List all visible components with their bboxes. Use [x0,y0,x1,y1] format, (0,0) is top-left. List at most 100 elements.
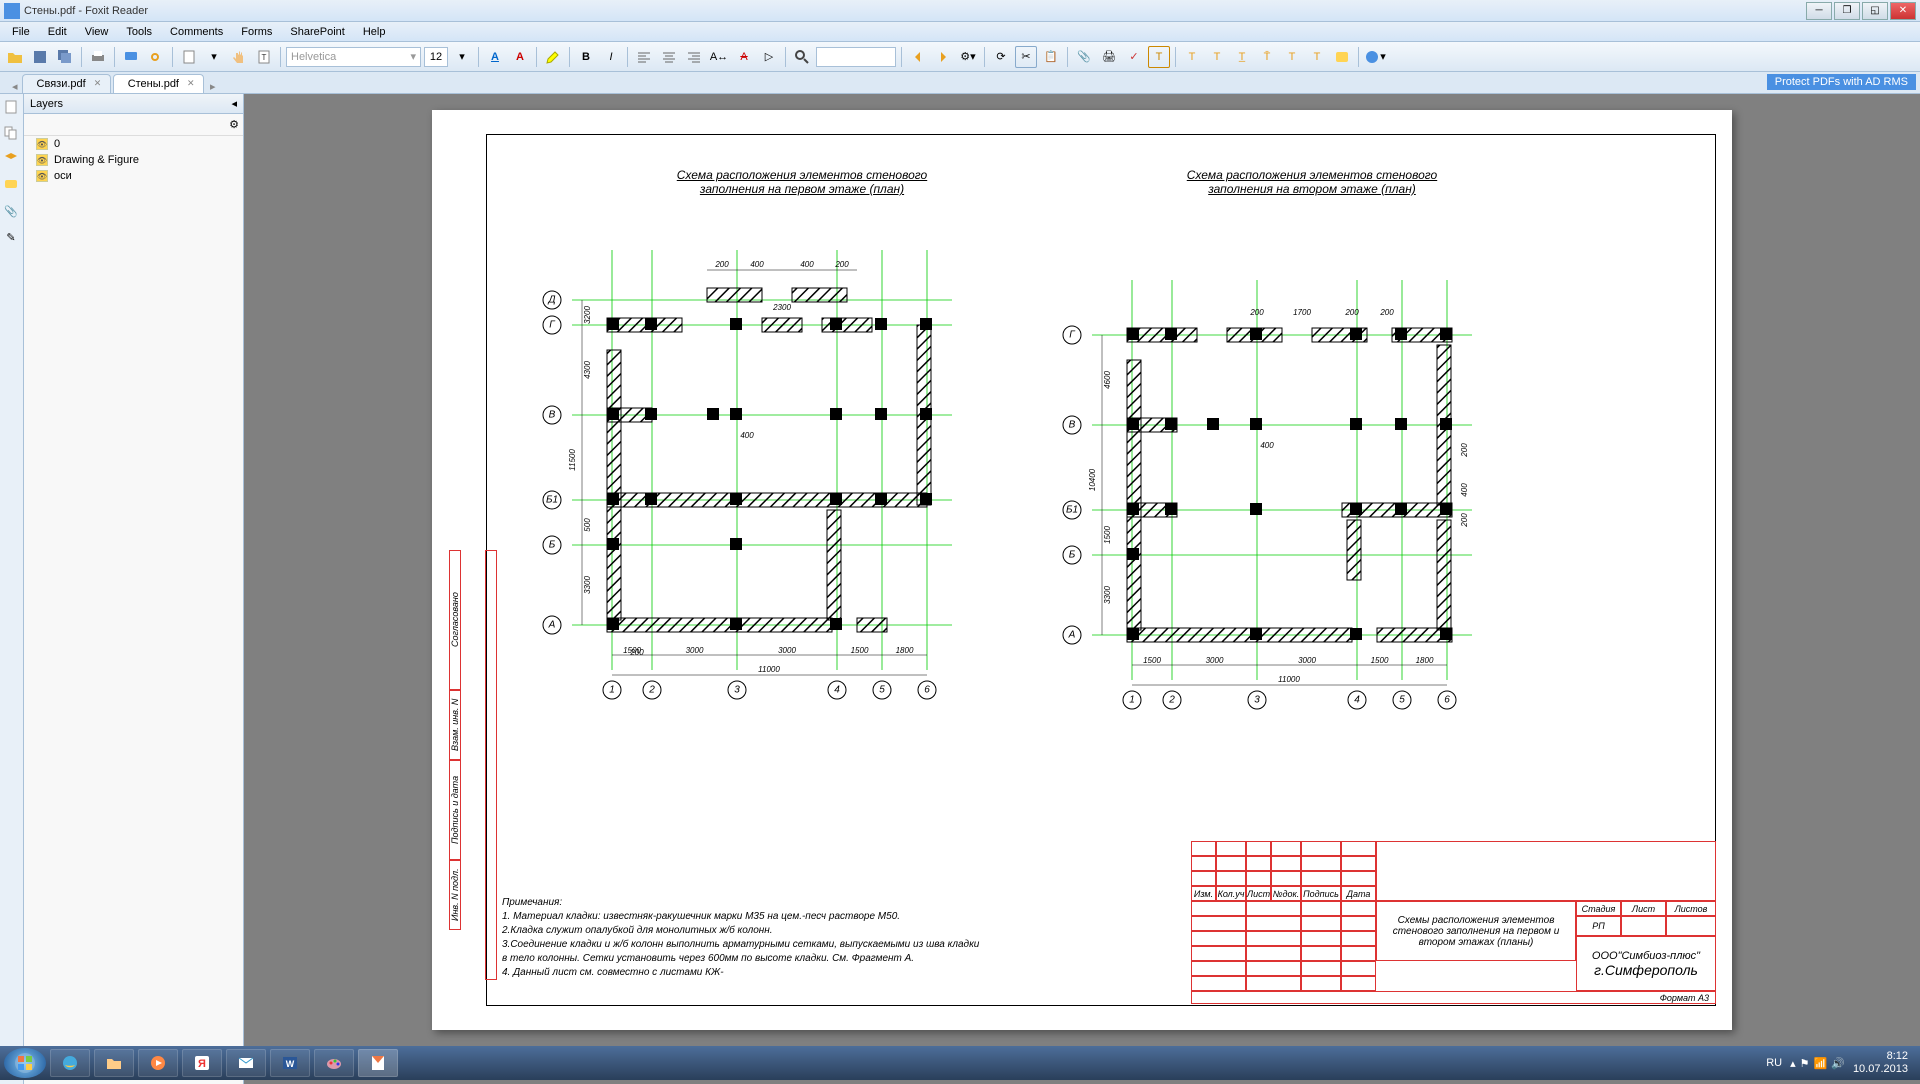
start-button[interactable] [4,1048,46,1078]
print2-icon[interactable]: 🖨 [1098,46,1120,68]
menu-help[interactable]: Help [355,24,394,40]
bookmarks-icon[interactable] [2,98,20,116]
svg-text:1500: 1500 [1143,656,1161,665]
task-foxit[interactable] [358,1049,398,1077]
svg-text:3300: 3300 [583,576,592,594]
t6-icon[interactable]: T [1306,46,1328,68]
layers-options-icon[interactable]: ⚙ [229,118,239,131]
font-select[interactable]: Helvetica▾ [286,47,421,67]
document-viewer[interactable]: Согласовано Взам. инв. N Подпись и дата … [244,94,1920,1084]
char-spacing-icon[interactable]: A↔ [708,46,730,68]
task-yandex[interactable]: Я [182,1049,222,1077]
t5-icon[interactable]: T [1281,46,1303,68]
tray-network-icon[interactable]: 📶 [1814,1057,1828,1070]
prev-icon[interactable] [907,46,929,68]
font-size-input[interactable] [424,47,448,67]
tab-1[interactable]: Связи.pdf✕ [22,74,111,93]
layer-visibility-icon[interactable]: 👁 [36,138,48,150]
close-button[interactable]: ✕ [1890,2,1916,20]
page-dropdown-icon[interactable]: ▾ [203,46,225,68]
tray-up-icon[interactable]: ▴ [1790,1057,1796,1070]
menu-view[interactable]: View [77,24,117,40]
attach-icon[interactable]: 📎 [1073,46,1095,68]
tray-volume-icon[interactable]: 🔊 [1831,1057,1845,1070]
menu-forms[interactable]: Forms [233,24,280,40]
tab-next-icon[interactable]: ▸ [210,80,216,93]
layer-visibility-icon[interactable]: 👁 [36,154,48,166]
tray-lang[interactable]: RU [1766,1057,1782,1069]
tab-prev-icon[interactable]: ◂ [8,80,22,93]
signatures-icon[interactable]: ✎ [2,228,20,246]
monitor-icon[interactable] [120,46,142,68]
minimize-button[interactable]: ─ [1806,2,1832,20]
t2-icon[interactable]: T [1206,46,1228,68]
svg-text:Я: Я [198,1058,206,1070]
task-ie[interactable] [50,1049,90,1077]
snapshot-icon[interactable]: ✂ [1015,46,1037,68]
hand-icon[interactable] [228,46,250,68]
svg-text:200: 200 [1460,513,1469,528]
next-icon[interactable] [932,46,954,68]
font-size-dropdown[interactable]: ▾ [451,46,473,68]
layers-icon[interactable] [2,150,20,168]
task-paint[interactable] [314,1049,354,1077]
save-all-icon[interactable] [54,46,76,68]
open-icon[interactable] [4,46,26,68]
menu-tools[interactable]: Tools [118,24,160,40]
menu-comments[interactable]: Comments [162,24,231,40]
task-mail[interactable] [226,1049,266,1077]
link-icon[interactable] [145,46,167,68]
note-icon[interactable] [1331,46,1353,68]
settings-icon[interactable]: ⚙▾ [957,46,979,68]
print-icon[interactable] [87,46,109,68]
clipboard-icon[interactable]: 📋 [1040,46,1062,68]
play-icon[interactable]: ▷ [758,46,780,68]
tab-2[interactable]: Стены.pdf✕ [113,74,204,93]
align-center-icon[interactable] [658,46,680,68]
font-color-icon[interactable]: A [484,46,506,68]
attachments-icon[interactable]: 📎 [2,202,20,220]
align-left-icon[interactable] [633,46,655,68]
layer-item[interactable]: 👁0 [24,136,243,152]
search-input[interactable] [816,47,896,67]
tray-clock[interactable]: 8:12 10.07.2013 [1853,1050,1908,1076]
checkmark-icon[interactable]: ✓ [1123,46,1145,68]
plan1-title: Схема расположения элементов стенового з… [622,168,982,196]
align-right-icon[interactable] [683,46,705,68]
task-explorer[interactable] [94,1049,134,1077]
t3-icon[interactable]: T̲ [1231,46,1253,68]
task-media[interactable] [138,1049,178,1077]
layer-visibility-icon[interactable]: 👁 [36,170,48,182]
save-icon[interactable] [29,46,51,68]
pages-icon[interactable] [2,124,20,142]
collapse-icon[interactable]: ◂ [231,97,237,110]
layer-item[interactable]: 👁оси [24,168,243,184]
page-icon[interactable] [178,46,200,68]
tab-close-icon[interactable]: ✕ [187,78,199,90]
tray-flag-icon[interactable]: ⚑ [1800,1057,1810,1070]
tab-close-icon[interactable]: ✕ [94,78,106,90]
maximize2-button[interactable]: ◱ [1862,2,1888,20]
maximize-button[interactable]: ❐ [1834,2,1860,20]
text-tool-icon[interactable]: T [1148,46,1170,68]
comments-icon[interactable] [2,176,20,194]
menu-file[interactable]: File [4,24,38,40]
select-text-icon[interactable]: T [253,46,275,68]
menu-sharepoint[interactable]: SharePoint [282,24,352,40]
bold-icon[interactable]: B [575,46,597,68]
svg-text:6: 6 [924,685,930,696]
italic-icon[interactable]: I [600,46,622,68]
share-icon[interactable]: ▾ [1364,46,1386,68]
rotate-icon[interactable]: ⟳ [990,46,1012,68]
find-icon[interactable] [791,46,813,68]
strikeout-icon[interactable]: A [733,46,755,68]
highlight-color-icon[interactable]: A [509,46,531,68]
protect-pdfs-link[interactable]: Protect PDFs with AD RMS [1767,74,1916,90]
highlight-icon[interactable] [542,46,564,68]
layer-item[interactable]: 👁Drawing & Figure [24,152,243,168]
menu-edit[interactable]: Edit [40,24,75,40]
task-word[interactable]: W [270,1049,310,1077]
t1-icon[interactable]: T [1181,46,1203,68]
tab-bar: ◂ Связи.pdf✕ Стены.pdf✕ ▸ Protect PDFs w… [0,72,1920,94]
t4-icon[interactable]: T̄ [1256,46,1278,68]
